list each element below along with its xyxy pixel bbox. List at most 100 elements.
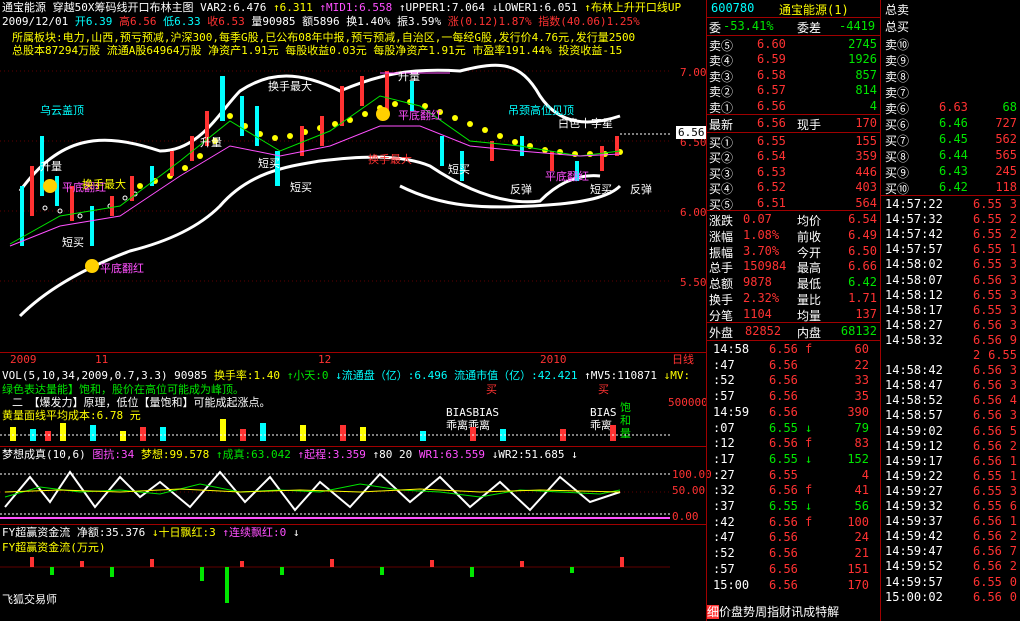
tick-time: :42 — [713, 514, 735, 529]
stat-label: 量比 — [797, 293, 822, 307]
bid-volume: 403 — [855, 180, 877, 195]
label-fantan: 反弹 — [510, 183, 532, 196]
tick-row: :27 6.55 4 — [707, 468, 881, 485]
bid-volume: 446 — [855, 164, 877, 179]
tick-row: 15:00 6.56 170 — [707, 578, 881, 595]
boll-value: ↑布林上升开口线UP — [584, 1, 682, 14]
stat-row: 涨跌 0.07 均价 6.54 — [707, 212, 881, 228]
lower1-value: ↓LOWER1:6.051 — [491, 1, 578, 14]
deep-tick-time: 14:59:57 — [885, 574, 943, 589]
deep-tick-price: 6.55 — [973, 287, 1002, 302]
price-chart[interactable] — [0, 56, 706, 350]
zongmai2-row: 总买 — [881, 18, 1020, 35]
time-period[interactable]: 日线 — [672, 353, 694, 366]
tick-volume: 390 — [847, 404, 869, 419]
tab-0[interactable]: 细 — [707, 605, 720, 619]
dream-axis-50: 50.00 — [672, 484, 706, 497]
kline-chart-area[interactable]: 通宝能源 穿越50X筹码线开口布林主图 VAR2:6.476 ↑6.311 ↑M… — [0, 0, 712, 621]
quote-sep-5 — [707, 210, 880, 211]
zongmai2-label: 总买 — [885, 20, 910, 34]
tab-7[interactable]: 讯 — [791, 605, 803, 619]
tab-5[interactable]: 指 — [767, 605, 779, 619]
tab-6[interactable]: 财 — [779, 605, 791, 619]
label-huanshou2: 换手最大 — [368, 153, 412, 166]
tick-price: 6.56 — [769, 483, 798, 498]
label-duanmai5: 短买 — [590, 183, 612, 196]
tick-volume: 151 — [847, 561, 869, 576]
label-huanshou3: 换手最大 — [82, 178, 126, 191]
tick-price: 6.56 — [769, 436, 798, 451]
tab-10[interactable]: 解 — [827, 605, 839, 619]
waipan-label: 外盘 — [709, 326, 734, 340]
stat-label: 今开 — [797, 245, 822, 260]
footer-brand: 飞狐交易师 — [2, 593, 57, 606]
stat-value: 9878 — [743, 275, 772, 290]
deep-bid-row: 买⑧ 6.44 565 — [881, 148, 1020, 165]
dream-g: 20 — [398, 448, 413, 461]
vol: 量90985 — [251, 15, 296, 28]
zongmai-label: 总卖 — [885, 3, 910, 17]
deep-bid-label: 买⑨ — [885, 166, 910, 180]
deep-bid-volume: 565 — [995, 148, 1017, 162]
vol-bars — [0, 419, 670, 441]
deep-bid-price: 6.44 — [939, 148, 968, 162]
label-baise: 白色十字星 — [558, 117, 613, 130]
stat-value: 1.71 — [848, 291, 877, 305]
quote-sep-7 — [707, 340, 880, 341]
tick-row: :52 6.56 21 — [707, 546, 881, 563]
time-12: 12 — [318, 353, 332, 366]
idx: 指数(40.06)1.25% — [538, 15, 640, 28]
fund-title: FY超赢资金流 — [2, 526, 71, 539]
stat-value: 6.49 — [848, 227, 877, 242]
tick-time: :47 — [713, 530, 735, 545]
weicha-label: 委差 — [797, 21, 822, 35]
var2-value: VAR2:6.476 — [200, 1, 267, 14]
tick-direction: f — [805, 514, 813, 529]
deep-tick-volume: 3 — [1009, 287, 1017, 302]
deep-tick-price: 6.56 — [973, 378, 1002, 393]
tab-4[interactable]: 周 — [755, 605, 767, 619]
tab-9[interactable]: 特 — [815, 605, 827, 619]
deep-bid-row: 买⑨ 6.43 245 — [881, 164, 1020, 181]
stat-label: 前收 — [797, 229, 822, 244]
deep-ask-row: 卖⑦ — [881, 84, 1020, 101]
tab-1[interactable]: 价 — [719, 605, 731, 619]
ask-volume: 4 — [869, 98, 877, 113]
tick-price: 6.56 — [769, 546, 798, 561]
ask-price: 6.58 — [757, 67, 786, 82]
dream-title: 梦想成真(10,6) — [2, 448, 86, 461]
ask-price: 6.60 — [757, 37, 786, 51]
dream-sep — [0, 446, 706, 447]
neipan-value: 68132 — [840, 324, 877, 338]
tab-3[interactable]: 势 — [743, 605, 755, 619]
fund-net: 净额:35.376 — [76, 526, 146, 539]
close: 收6.53 — [207, 15, 245, 28]
quote-panel: 600780 通宝能源(1) 委 -53.41% 委差 -4419 卖⑤ 6.60… — [707, 0, 880, 621]
deep-bid-volume: 245 — [995, 164, 1017, 178]
xianshou-value: 170 — [855, 116, 877, 130]
tick-time: :52 — [713, 546, 735, 561]
deep-tick-time: 14:59:17 — [885, 453, 943, 468]
deep-tick-volume: 5 — [1009, 423, 1017, 438]
chart-ohlc: 2009/12/01 开6.39 高6.56 低6.33 收6.53 量9098… — [2, 15, 640, 28]
tab-2[interactable]: 盘 — [731, 605, 743, 619]
stat-value: 0.07 — [743, 212, 772, 226]
deep-tick-time: 14:58:42 — [885, 363, 943, 378]
deep-tick-volume: 6 — [1009, 499, 1017, 513]
deep-tick-price: 6.55 — [973, 483, 1002, 498]
vol-float: ↓流通盘（亿）:6.496 — [335, 369, 448, 382]
vol-mv5: ↑MV5:110871 — [584, 369, 658, 382]
stat-label: 均价 — [797, 214, 822, 228]
stat-row: 涨幅 1.08% 前收 6.49 — [707, 227, 881, 244]
ask-volume: 2745 — [848, 37, 877, 51]
deep-tick-volume: 3 — [1009, 197, 1017, 211]
last-label: 最新 — [709, 118, 734, 132]
deep-bid-price: 6.43 — [939, 164, 968, 178]
ask-row: 卖① 6.56 4 — [707, 98, 881, 115]
tick-row: :17 6.55 ↓ 152 — [707, 452, 881, 469]
stat-value: 150984 — [743, 259, 787, 274]
bid-row: 买⑤ 6.51 564 — [707, 196, 881, 212]
tab-8[interactable]: 成 — [803, 605, 815, 619]
weibi-label: 委 — [709, 21, 722, 35]
tick-time: :17 — [713, 451, 735, 466]
